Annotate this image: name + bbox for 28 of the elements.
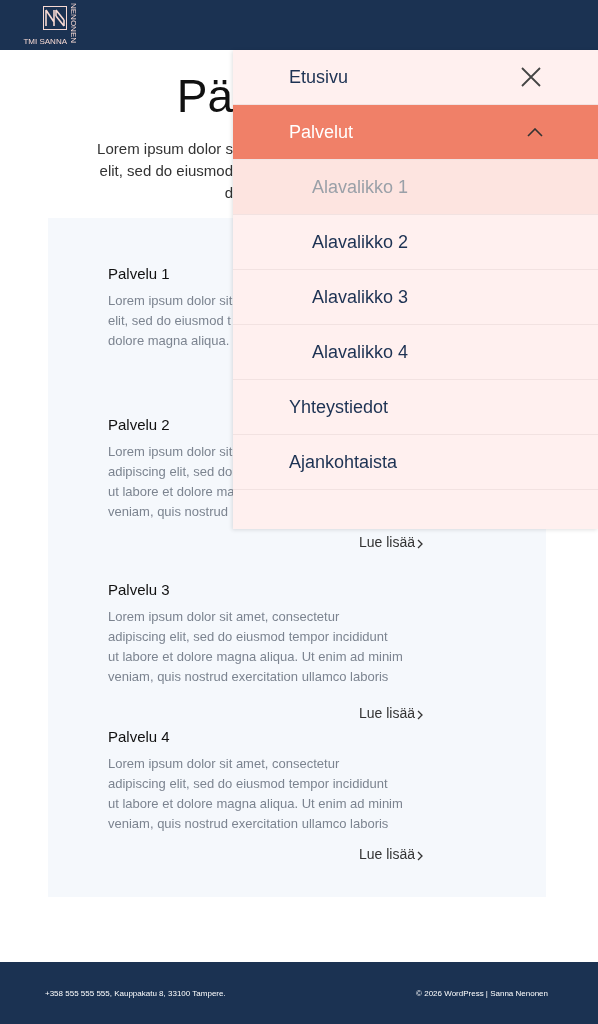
service-title: Palvelu 2	[108, 415, 171, 435]
chevron-right-icon	[417, 709, 423, 720]
submenu-item[interactable]: Alavalikko 3	[233, 270, 598, 325]
page-title: Pä	[175, 70, 233, 122]
chevron-right-icon	[417, 850, 423, 861]
read-more-link[interactable]: Lue lisää	[358, 532, 423, 552]
intro-text: Lorem ipsum dolor s elit, sed do eiusmod d	[96, 139, 233, 203]
read-more-link[interactable]: Lue lisää	[358, 844, 423, 864]
menu-item[interactable]: Yhteystiedot	[233, 380, 598, 435]
service-description: Lorem ipsum dolor sit elit, sed do eiusmod t dolore magna aliqua.	[108, 292, 233, 350]
chevron-right-icon	[417, 538, 423, 549]
menu-item[interactable]: Ajankohtaista	[233, 435, 598, 490]
service-title: Palvelu 1	[108, 264, 171, 284]
logo-text: NENONEN	[69, 3, 77, 43]
contact-info: +358 555 555 555, Kauppakatu 8, 33100 Tampere.	[45, 988, 226, 998]
copyright-text: © 2026 WordPress | Sanna Nenonen	[416, 988, 548, 998]
service-description: Lorem ipsum dolor sit adipiscing elit, sed do ut labore et dolore ma veniam, quis nostrud	[108, 443, 235, 521]
read-more-link[interactable]: Lue lisää	[358, 703, 423, 723]
submenu-item[interactable]: Alavalikko 4	[233, 325, 598, 380]
logo-icon[interactable]	[43, 6, 67, 30]
submenu-item[interactable]: Alavalikko 2	[233, 215, 598, 270]
caret-icon[interactable]	[527, 127, 543, 137]
service-title: Palvelu 3	[108, 580, 171, 600]
service-description: Lorem ipsum dolor sit amet, consectetur adipiscing elit, sed do eiusmod tempor incididunt ut labore et dolore magna aliqua. Ut enim ad minim veniam, quis nostrud exercitation ullamco laboris	[108, 755, 403, 833]
close-icon[interactable]	[521, 67, 541, 87]
service-title: Palvelu 4	[108, 727, 171, 747]
logo-text: TMI SANNA	[23, 38, 67, 46]
service-description: Lorem ipsum dolor sit amet, consectetur adipiscing elit, sed do eiusmod tempor incididunt ut labore et dolore magna aliqua. Ut enim ad minim veniam, quis nostrud exercitation ullamco laboris	[108, 608, 403, 686]
